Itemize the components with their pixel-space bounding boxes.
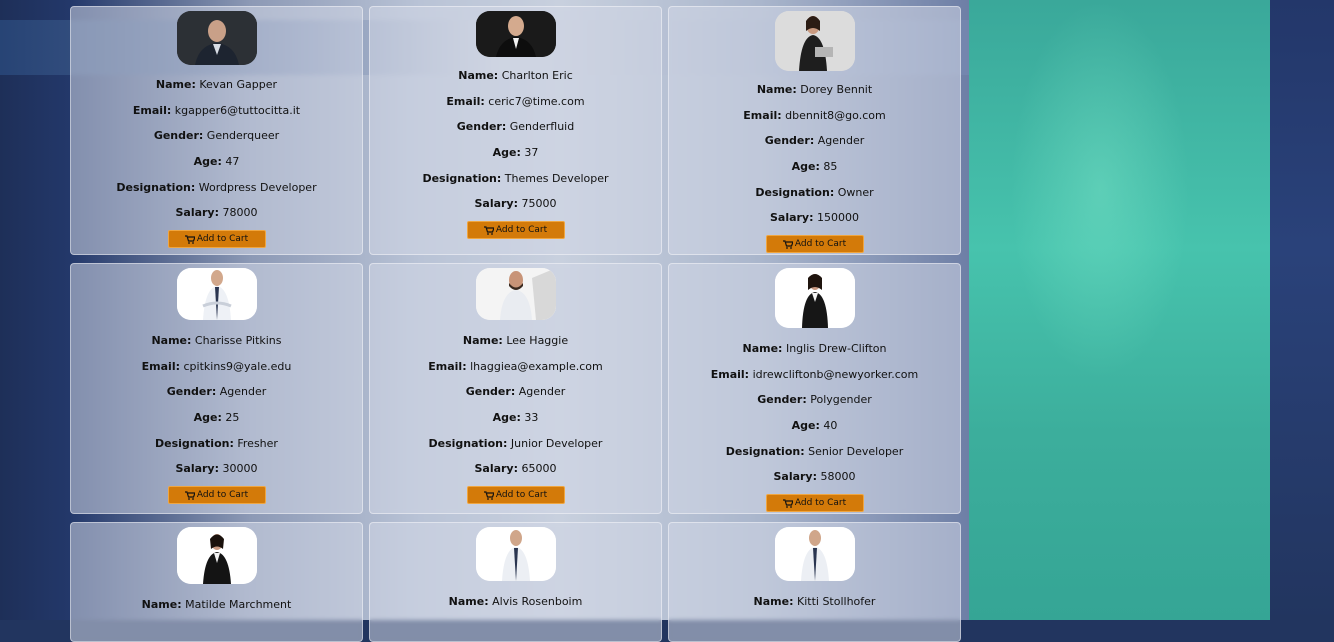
employee-card: Name: Alvis Rosenboim <box>369 522 662 642</box>
employee-email: Email: cpitkins9@yale.edu <box>141 359 292 373</box>
employee-salary: Salary: 58000 <box>773 470 856 484</box>
employee-age: Age: 33 <box>492 411 539 425</box>
employee-age: Age: 85 <box>791 160 838 174</box>
employee-name: Name: Inglis Drew-Clifton <box>742 342 887 355</box>
employee-name: Name: Charisse Pitkins <box>151 334 282 347</box>
employee-avatar <box>176 11 257 65</box>
add-to-cart-button[interactable]: Add to Cart <box>167 486 266 505</box>
employee-email: Email: idrewcliftonb@newyorker.com <box>710 367 919 381</box>
add-to-cart-button[interactable]: Add to Cart <box>466 486 565 505</box>
employee-avatar <box>176 527 257 584</box>
employee-designation: Designation: Junior Developer <box>428 436 603 450</box>
employee-avatar <box>475 268 556 320</box>
cart-icon <box>782 240 793 249</box>
employee-card: Name: Kevan Gapper Email: kgapper6@tutto… <box>70 6 363 255</box>
cart-icon <box>184 491 195 500</box>
employee-email: Email: dbennit8@go.com <box>743 108 886 122</box>
add-to-cart-button[interactable]: Add to Cart <box>167 230 266 249</box>
employee-gender: Gender: Polygender <box>757 393 872 407</box>
employee-avatar <box>475 11 556 57</box>
employee-email: Email: kgapper6@tuttocitta.it <box>132 103 301 117</box>
employee-avatar <box>774 11 855 71</box>
add-to-cart-button[interactable]: Add to Cart <box>765 494 864 513</box>
add-to-cart-label: Add to Cart <box>495 225 548 236</box>
employee-name: Name: Kitti Stollhofer <box>753 595 876 608</box>
employee-salary: Salary: 30000 <box>175 462 258 476</box>
employee-designation: Designation: Wordpress Developer <box>116 180 317 194</box>
employee-age: Age: 37 <box>492 146 539 160</box>
cart-icon <box>782 499 793 508</box>
employee-designation: Designation: Fresher <box>155 436 278 450</box>
employee-gender: Gender: Genderfluid <box>456 120 575 134</box>
cart-icon <box>483 491 494 500</box>
add-to-cart-label: Add to Cart <box>794 239 847 250</box>
employee-salary: Salary: 78000 <box>175 206 258 220</box>
employee-designation: Designation: Senior Developer <box>725 444 904 458</box>
employee-gender: Gender: Agender <box>465 385 566 399</box>
employee-salary: Salary: 65000 <box>474 462 557 476</box>
employee-salary: Salary: 150000 <box>769 211 860 225</box>
employee-gender: Gender: Agender <box>764 134 865 148</box>
employee-card: Name: Kitti Stollhofer <box>668 522 961 642</box>
employee-avatar <box>774 268 855 328</box>
employee-avatar <box>475 527 556 581</box>
employee-designation: Designation: Owner <box>755 185 874 199</box>
employee-name: Name: Alvis Rosenboim <box>448 595 583 608</box>
employee-gender: Gender: Agender <box>166 385 267 399</box>
add-to-cart-label: Add to Cart <box>794 498 847 509</box>
employee-salary: Salary: 75000 <box>474 197 557 211</box>
employee-name: Name: Kevan Gapper <box>155 78 278 91</box>
employee-avatar <box>774 527 855 581</box>
employee-age: Age: 40 <box>791 419 838 433</box>
employee-email: Email: ceric7@time.com <box>446 94 585 108</box>
employee-age: Age: 47 <box>193 155 240 169</box>
employee-name: Name: Matilde Marchment <box>141 598 292 611</box>
employee-grid: Name: Kevan Gapper Email: kgapper6@tutto… <box>70 6 962 642</box>
employee-card: Name: Dorey Bennit Email: dbennit8@go.co… <box>668 6 961 255</box>
employee-card: Name: Charlton Eric Email: ceric7@time.c… <box>369 6 662 255</box>
add-to-cart-label: Add to Cart <box>495 490 548 501</box>
add-to-cart-button[interactable]: Add to Cart <box>765 235 864 254</box>
employee-age: Age: 25 <box>193 411 240 425</box>
right-edge-background <box>1270 0 1334 620</box>
cart-icon <box>483 226 494 235</box>
employee-name: Name: Charlton Eric <box>458 69 573 82</box>
employee-name: Name: Dorey Bennit <box>756 83 873 96</box>
side-panel-glow <box>1010 0 1190 380</box>
employee-gender: Gender: Genderqueer <box>153 129 280 143</box>
employee-name: Name: Lee Haggie <box>462 334 569 347</box>
add-to-cart-label: Add to Cart <box>196 234 249 245</box>
employee-designation: Designation: Themes Developer <box>422 171 609 185</box>
employee-avatar <box>176 268 257 320</box>
employee-card: Name: Lee Haggie Email: lhaggiea@example… <box>369 263 662 514</box>
employee-card: Name: Inglis Drew-Clifton Email: idrewcl… <box>668 263 961 514</box>
add-to-cart-label: Add to Cart <box>196 490 249 501</box>
employee-email: Email: lhaggiea@example.com <box>428 359 603 373</box>
employee-card: Name: Matilde Marchment <box>70 522 363 642</box>
add-to-cart-button[interactable]: Add to Cart <box>466 221 565 240</box>
employee-card: Name: Charisse Pitkins Email: cpitkins9@… <box>70 263 363 514</box>
cart-icon <box>184 235 195 244</box>
